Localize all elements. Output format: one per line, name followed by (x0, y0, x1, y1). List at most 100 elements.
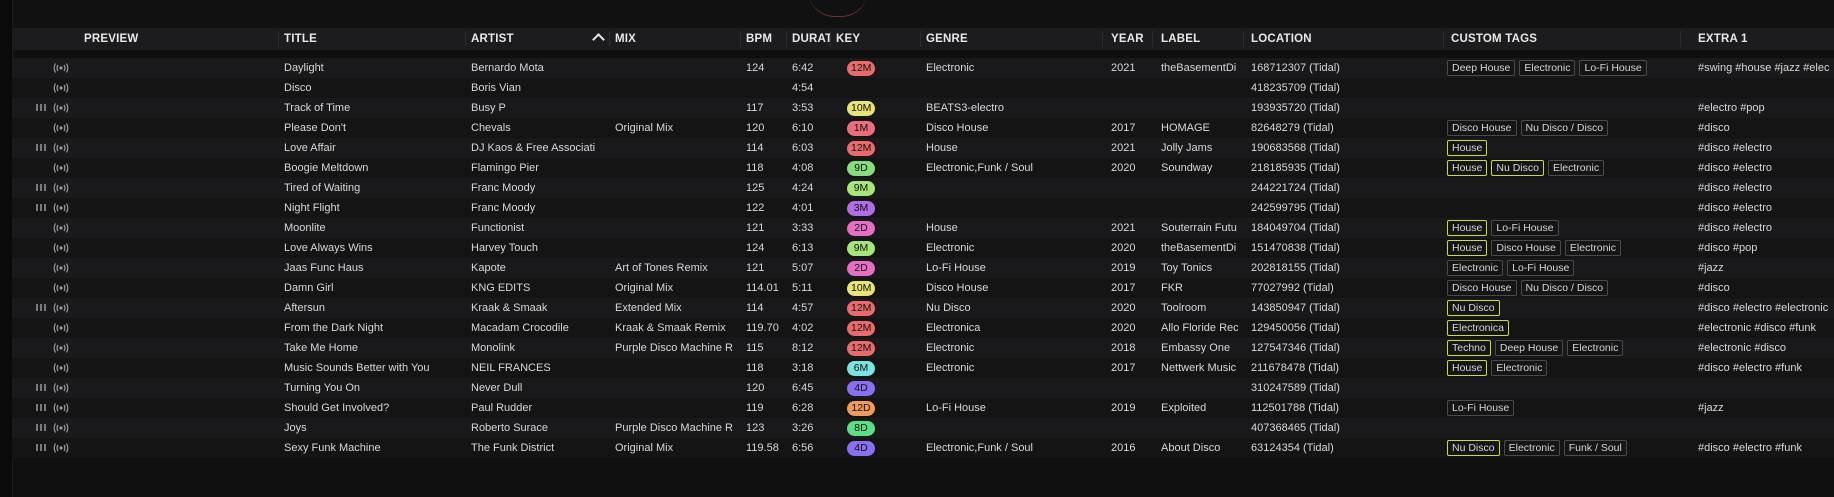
drag-handle-icon[interactable] (36, 444, 48, 452)
column-header-preview[interactable]: PREVIEW (84, 28, 244, 50)
custom-tag[interactable]: Electronic (1564, 240, 1621, 256)
column-header-genre[interactable]: GENRE (926, 28, 1076, 50)
table-row[interactable]: Daylight Bernardo Mota 124 6:42 Electronic 20… (12, 58, 1834, 78)
column-header-year[interactable]: YEAR (1111, 28, 1151, 50)
column-divider[interactable] (1102, 31, 1103, 47)
custom-tag[interactable]: Funk / Soul (1563, 440, 1627, 456)
column-header-label[interactable]: LABEL (1161, 28, 1241, 50)
preview-play-icon[interactable] (52, 361, 70, 375)
table-row[interactable]: Moonlite Functionist 121 3:33 House 2021 Soute… (12, 218, 1834, 238)
preview-play-icon[interactable] (52, 301, 70, 315)
custom-tag[interactable]: House (1447, 140, 1488, 156)
drag-handle-icon[interactable] (36, 384, 48, 392)
table-row[interactable]: Take Me Home Monolink Purple Disco Machine… (12, 338, 1834, 358)
table-row[interactable]: Sexy Funk Machine The Funk District Origin… (12, 438, 1834, 458)
table-row[interactable]: Love Always Wins Harvey Touch 124 6:13 Elect… (12, 238, 1834, 258)
column-header-key[interactable]: KEY (836, 28, 896, 50)
preview-play-icon[interactable] (52, 181, 70, 195)
custom-tag[interactable]: Lo-Fi House (1447, 400, 1515, 416)
preview-play-icon[interactable] (52, 321, 70, 335)
preview-play-icon[interactable] (52, 201, 70, 215)
table-row[interactable]: Damn Girl KNG EDITS Original Mix 114.01 5:11… (12, 278, 1834, 298)
column-header-bpm[interactable]: BPM (746, 28, 786, 50)
table-row[interactable]: Love Affair DJ Kaos & Free Associati 114 6:… (12, 138, 1834, 158)
column-header-extra1[interactable]: EXTRA 1 (1698, 28, 1828, 50)
preview-play-icon[interactable] (52, 221, 70, 235)
custom-tag[interactable]: Deep House (1447, 60, 1516, 76)
table-row[interactable]: Music Sounds Better with You NEIL FRANCES… (12, 358, 1834, 378)
column-header-artist[interactable]: ARTIST (471, 28, 591, 50)
custom-tag[interactable]: Lo-Fi House (1507, 260, 1575, 276)
table-row[interactable]: Jaas Func Haus Kapote Art of Tones Remix 12… (12, 258, 1834, 278)
column-divider[interactable] (740, 31, 741, 47)
column-header-duration[interactable]: DURAT (792, 28, 830, 50)
custom-tag[interactable]: Disco House (1447, 280, 1517, 296)
preview-play-icon[interactable] (52, 401, 70, 415)
sort-ascending-icon[interactable] (592, 33, 605, 46)
drag-handle-icon[interactable] (36, 404, 48, 412)
preview-play-icon[interactable] (52, 141, 70, 155)
preview-play-icon[interactable] (52, 61, 70, 75)
table-row[interactable]: Boogie Meltdown Flamingo Pier 118 4:08 Elect… (12, 158, 1834, 178)
custom-tag[interactable]: Electronic (1503, 440, 1560, 456)
drag-handle-icon[interactable] (36, 144, 48, 152)
table-row[interactable]: Disco Boris Vian 4:54 418235709 (Tidal) (12, 78, 1834, 98)
table-row[interactable]: Please Don't Chevals Original Mix 120 6:10 Di… (12, 118, 1834, 138)
column-header-mix[interactable]: MIX (615, 28, 735, 50)
custom-tag[interactable]: Nu Disco / Disco (1520, 280, 1609, 296)
table-row[interactable]: Turning You On Never Dull 120 6:45 310247589… (12, 378, 1834, 398)
custom-tag[interactable]: Electronic (1547, 160, 1605, 176)
column-divider[interactable] (465, 31, 466, 47)
custom-tag[interactable]: House (1447, 220, 1488, 236)
custom-tag[interactable]: Electronic (1447, 260, 1504, 276)
column-divider[interactable] (786, 31, 787, 47)
column-divider[interactable] (920, 31, 921, 47)
custom-tag[interactable]: Techno (1447, 340, 1491, 356)
table-row[interactable]: Aftersun Kraak & Smaak Extended Mix 114 4:57… (12, 298, 1834, 318)
custom-tag[interactable]: House (1447, 240, 1488, 256)
table-row[interactable]: Night Flight Franc Moody 122 4:01 242599795 … (12, 198, 1834, 218)
preview-play-icon[interactable] (52, 341, 70, 355)
preview-play-icon[interactable] (52, 241, 70, 255)
drag-handle-icon[interactable] (36, 104, 48, 112)
column-header-custom-tags[interactable]: CUSTOM TAGS (1451, 28, 1651, 50)
column-divider[interactable] (609, 31, 610, 47)
custom-tag[interactable]: House (1447, 360, 1488, 376)
preview-play-icon[interactable] (52, 281, 70, 295)
table-row[interactable]: Tired of Waiting Franc Moody 125 4:24 244221… (12, 178, 1834, 198)
drag-handle-icon[interactable] (36, 424, 48, 432)
preview-play-icon[interactable] (52, 381, 70, 395)
custom-tag[interactable]: Nu Disco / Disco (1520, 120, 1609, 136)
custom-tag[interactable]: House (1447, 160, 1488, 176)
column-divider[interactable] (278, 31, 279, 47)
custom-tag[interactable]: Disco House (1491, 240, 1561, 256)
custom-tag[interactable]: Nu Disco (1447, 440, 1500, 456)
table-row[interactable]: From the Dark Night Macadam Crocodile Kraa… (12, 318, 1834, 338)
preview-play-icon[interactable] (52, 161, 70, 175)
preview-play-icon[interactable] (52, 101, 70, 115)
column-divider[interactable] (830, 31, 831, 47)
column-divider[interactable] (1152, 31, 1153, 47)
custom-tag[interactable]: Nu Disco (1447, 300, 1500, 316)
custom-tag[interactable]: Disco House (1447, 120, 1517, 136)
drag-handle-icon[interactable] (36, 304, 48, 312)
preview-play-icon[interactable] (52, 421, 70, 435)
column-divider[interactable] (1680, 31, 1681, 47)
custom-tag[interactable]: Nu Disco (1491, 160, 1544, 176)
custom-tag[interactable]: Lo-Fi House (1579, 60, 1647, 76)
custom-tag[interactable]: Electronica (1447, 320, 1509, 336)
table-row[interactable]: Joys Roberto Surace Purple Disco Machine R… (12, 418, 1834, 438)
custom-tag[interactable]: Lo-Fi House (1491, 220, 1559, 236)
drag-handle-icon[interactable] (36, 184, 48, 192)
preview-play-icon[interactable] (52, 441, 70, 455)
table-row[interactable]: Should Get Involved? Paul Rudder 119 6:28 Lo… (12, 398, 1834, 418)
column-divider[interactable] (1243, 31, 1244, 47)
column-divider[interactable] (1443, 31, 1444, 47)
custom-tag[interactable]: Deep House (1494, 340, 1564, 356)
custom-tag[interactable]: Electronic (1491, 360, 1548, 376)
preview-play-icon[interactable] (52, 81, 70, 95)
table-row[interactable]: Track of Time Busy P 117 3:53 BEATS3-electro… (12, 98, 1834, 118)
column-header-title[interactable]: TITLE (284, 28, 464, 50)
preview-play-icon[interactable] (52, 261, 70, 275)
drag-handle-icon[interactable] (36, 204, 48, 212)
